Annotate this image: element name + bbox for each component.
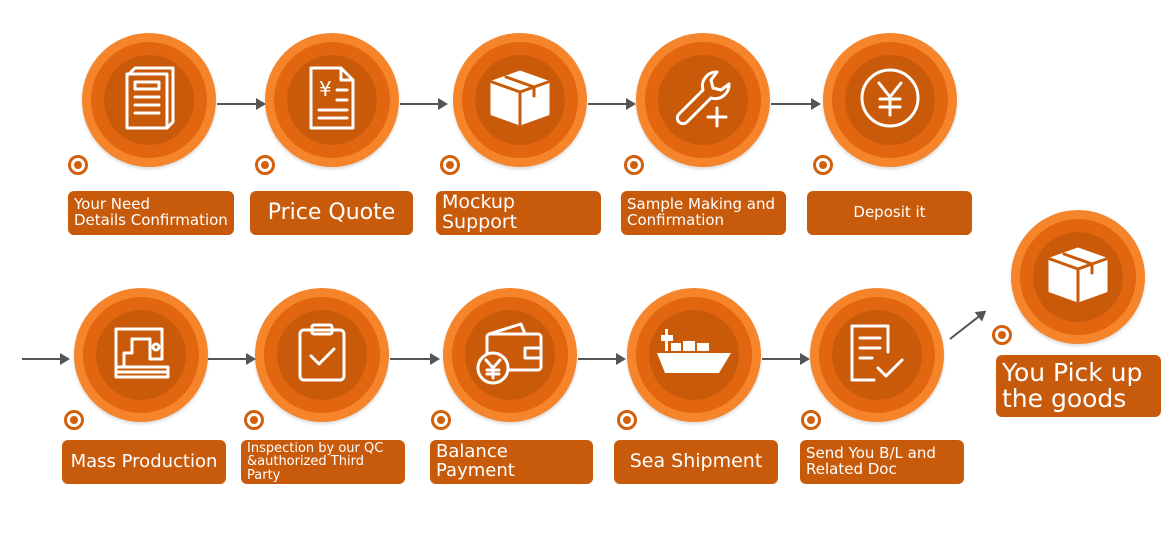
step-4-circle bbox=[636, 33, 770, 167]
step-6-label: Mass Production bbox=[62, 440, 226, 484]
step-5-circle bbox=[823, 33, 957, 167]
document-check-icon bbox=[848, 322, 906, 388]
flow-arrow bbox=[22, 353, 70, 365]
step-11-marker bbox=[992, 325, 1012, 345]
step-2-label: Price Quote bbox=[250, 191, 413, 235]
flow-arrow bbox=[217, 98, 266, 110]
flow-arrow bbox=[588, 98, 636, 110]
label-line: Confirmation bbox=[627, 211, 725, 229]
step-9-marker bbox=[617, 410, 637, 430]
step-9-label: Sea Shipment bbox=[614, 440, 778, 484]
clipboard-check-icon bbox=[296, 322, 348, 388]
label-line: &authorized Third Party bbox=[247, 454, 364, 483]
step-10-circle bbox=[810, 288, 944, 422]
step-4-label: Sample Making and Confirmation bbox=[621, 191, 786, 235]
step-3-circle bbox=[453, 33, 587, 167]
label-line: Related Doc bbox=[806, 460, 897, 478]
step-6-marker bbox=[64, 410, 84, 430]
price-quote-icon: ¥ bbox=[307, 66, 357, 134]
step-8-circle bbox=[443, 288, 577, 422]
step-2-marker bbox=[255, 155, 275, 175]
step-2-circle: ¥ bbox=[265, 33, 399, 167]
step-9-circle bbox=[627, 288, 761, 422]
flow-arrow bbox=[400, 98, 448, 110]
wrench-plus-icon bbox=[673, 68, 733, 132]
flow-arrow bbox=[208, 353, 256, 365]
step-10-marker bbox=[801, 410, 821, 430]
step-8-marker bbox=[431, 410, 451, 430]
wallet-yen-icon bbox=[475, 320, 545, 390]
label-text: Price Quote bbox=[267, 200, 396, 226]
flow-arrow bbox=[771, 98, 821, 110]
sewing-machine-icon bbox=[110, 323, 172, 387]
label-text: Sea Shipment bbox=[629, 450, 763, 473]
step-11-label: You Pick up the goods bbox=[996, 355, 1161, 417]
step-10-label: Send You B/L and Related Doc bbox=[800, 440, 964, 484]
label-text: Balance Payment bbox=[436, 441, 515, 481]
step-11-circle bbox=[1011, 210, 1145, 344]
box-icon bbox=[488, 68, 552, 132]
step-7-marker bbox=[244, 410, 264, 430]
label-line: You Pick up bbox=[1002, 357, 1143, 387]
label-text: Mass Production bbox=[70, 450, 218, 472]
step-3-label: Mockup Support bbox=[436, 191, 601, 235]
step-4-marker bbox=[624, 155, 644, 175]
label-text: Mockup Support bbox=[442, 191, 518, 233]
yen-coin-icon bbox=[859, 67, 921, 133]
step-1-marker bbox=[68, 155, 88, 175]
step-7-circle bbox=[255, 288, 389, 422]
step-3-marker bbox=[440, 155, 460, 175]
step-5-label: Deposit it bbox=[807, 191, 972, 235]
label-line: Details Confirmation bbox=[74, 211, 228, 229]
svg-text:¥: ¥ bbox=[319, 77, 332, 101]
ship-icon bbox=[655, 325, 733, 385]
step-5-marker bbox=[813, 155, 833, 175]
document-icon bbox=[123, 66, 175, 134]
flow-arrow bbox=[578, 353, 626, 365]
flow-arrow bbox=[390, 353, 440, 365]
step-8-label: Balance Payment bbox=[430, 440, 593, 484]
step-6-circle bbox=[74, 288, 208, 422]
step-7-label: Inspection by our QC &authorized Third Pa… bbox=[241, 440, 405, 484]
box-icon bbox=[1046, 245, 1110, 309]
flow-arrow bbox=[949, 311, 986, 340]
label-line: the goods bbox=[1002, 384, 1127, 413]
flow-arrow bbox=[762, 353, 810, 365]
label-text: Deposit it bbox=[853, 203, 926, 222]
step-1-label: Your Need Details Confirmation bbox=[68, 191, 234, 235]
step-1-circle bbox=[82, 33, 216, 167]
